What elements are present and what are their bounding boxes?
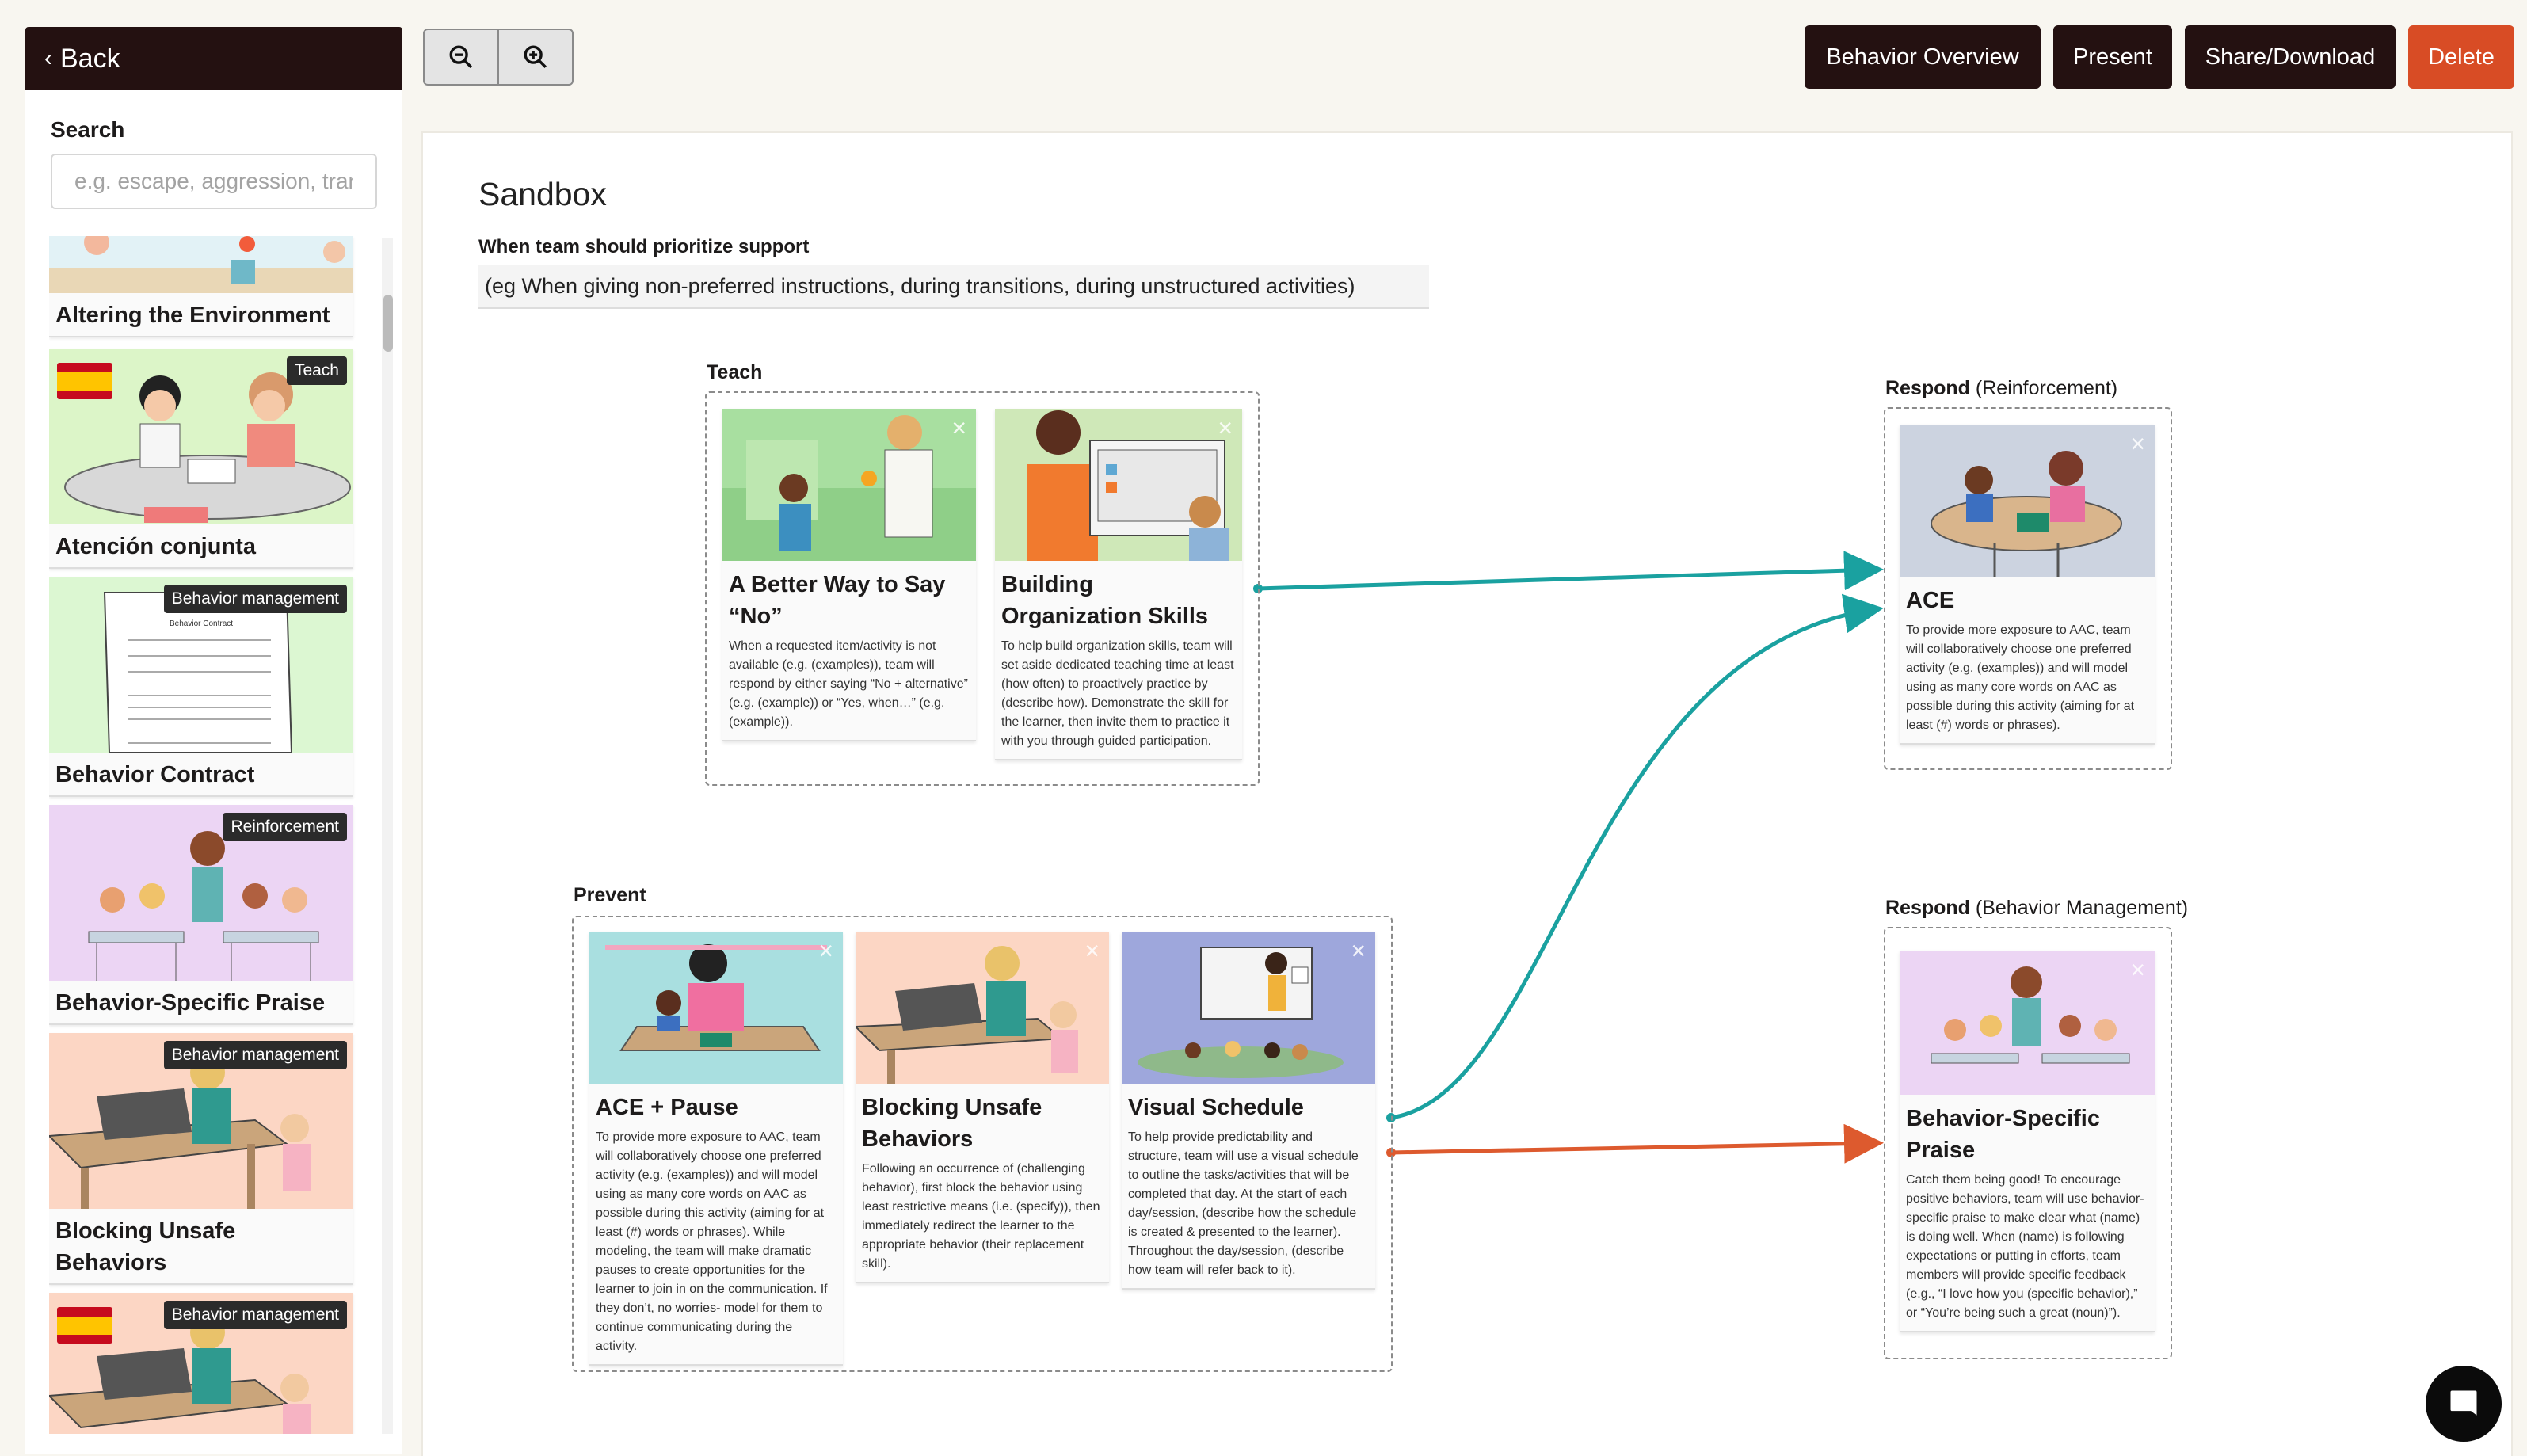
card-title: Building Organization Skills bbox=[1001, 572, 1209, 629]
group-label-main: Respond bbox=[1885, 377, 1970, 399]
card-image: × bbox=[1900, 951, 2155, 1095]
card-image: × bbox=[589, 932, 843, 1084]
strategy-card-organization-skills[interactable]: × Building Organization Skills To help b… bbox=[995, 409, 1242, 760]
card-title: ACE bbox=[1906, 588, 1955, 613]
group-label-sub: (Reinforcement) bbox=[1975, 377, 2118, 399]
card-description: To help build organization skills, team … bbox=[1001, 639, 1234, 748]
group-label-teach: Teach bbox=[707, 361, 763, 383]
card-image: × bbox=[995, 409, 1242, 561]
card-description: Following an occurrence of (challenging … bbox=[862, 1162, 1100, 1271]
strategy-card-ace[interactable]: × ACE To provide more exposure to AAC, t… bbox=[1900, 425, 2155, 745]
close-icon[interactable]: × bbox=[1351, 938, 1366, 963]
card-description: To provide more exposure to AAC, team wi… bbox=[596, 1130, 828, 1353]
chat-launcher-button[interactable] bbox=[2426, 1366, 2502, 1442]
close-icon[interactable]: × bbox=[818, 938, 833, 963]
close-icon[interactable]: × bbox=[1084, 938, 1100, 963]
chat-icon bbox=[2450, 1390, 2477, 1416]
strategy-card-blocking[interactable]: × Blocking Unsafe Behaviors Following an… bbox=[856, 932, 1109, 1283]
group-label-sub: (Behavior Management) bbox=[1975, 897, 2189, 919]
connector-teach-to-ace[interactable] bbox=[1257, 551, 1884, 591]
card-title: A Better Way to Say “No” bbox=[729, 572, 946, 629]
connector-prevent-to-bsp[interactable] bbox=[1390, 1123, 1884, 1164]
strategy-card-better-no[interactable]: × A Better Way to Say “No” When a reques… bbox=[722, 409, 976, 741]
card-image: × bbox=[856, 932, 1109, 1084]
card-title: Behavior-Specific Praise bbox=[1906, 1106, 2100, 1163]
card-description: To provide more exposure to AAC, team wi… bbox=[1906, 623, 2135, 732]
card-description: When a requested item/activity is not av… bbox=[729, 639, 968, 729]
card-title: ACE + Pause bbox=[596, 1095, 738, 1120]
strategy-card-ace-pause[interactable]: × ACE + Pause To provide more exposure t… bbox=[589, 932, 843, 1366]
card-image: × bbox=[1900, 425, 2155, 577]
group-label-main: Respond bbox=[1885, 897, 1970, 919]
group-label-prevent: Prevent bbox=[574, 884, 646, 906]
close-icon[interactable]: × bbox=[2130, 431, 2145, 456]
close-icon[interactable]: × bbox=[951, 415, 966, 440]
card-description: To help provide predictability and struc… bbox=[1128, 1130, 1359, 1277]
close-icon[interactable]: × bbox=[2130, 957, 2145, 982]
card-title: Blocking Unsafe Behaviors bbox=[862, 1095, 1042, 1152]
card-description: Catch them being good! To encourage posi… bbox=[1906, 1173, 2144, 1320]
strategy-card-visual-schedule[interactable]: × Visual Schedule To help provide predic… bbox=[1122, 932, 1375, 1290]
strategy-card-behavior-specific-praise[interactable]: × Behavior-Specific Praise Catch them be… bbox=[1900, 951, 2155, 1332]
group-label-respond-behavior-management: Respond (Behavior Management) bbox=[1885, 897, 2188, 920]
group-label-respond-reinforcement: Respond (Reinforcement) bbox=[1885, 377, 2117, 400]
connector-prevent-to-ace[interactable] bbox=[1390, 593, 1884, 1120]
card-image: × bbox=[1122, 932, 1375, 1084]
close-icon[interactable]: × bbox=[1218, 415, 1233, 440]
card-image: × bbox=[722, 409, 976, 561]
card-title: Visual Schedule bbox=[1128, 1095, 1304, 1120]
